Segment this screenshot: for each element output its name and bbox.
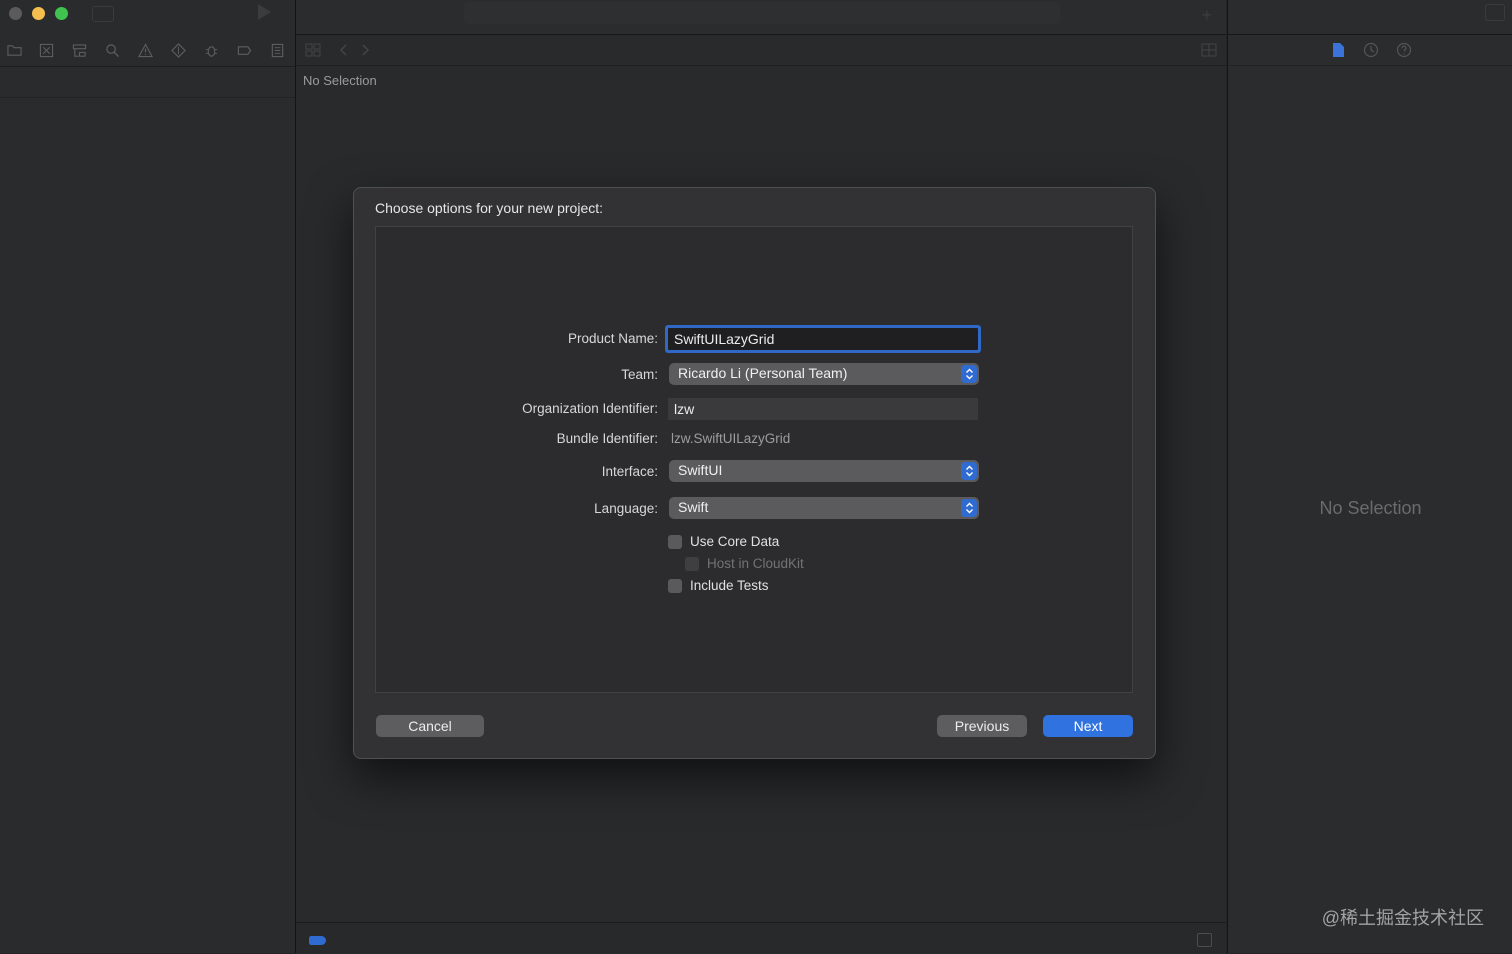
- interface-value: SwiftUI: [678, 462, 723, 478]
- team-value: Ricardo Li (Personal Team): [678, 365, 848, 381]
- new-project-sheet: Choose options for your new project: Pro…: [353, 187, 1156, 759]
- minimize-window-button[interactable]: [32, 7, 45, 20]
- chevron-updown-icon: [961, 365, 977, 383]
- symbol-navigator-icon[interactable]: [71, 42, 87, 58]
- back-chevron-icon[interactable]: [339, 43, 349, 62]
- use-core-data-checkbox[interactable]: Use Core Data: [668, 534, 779, 549]
- activity-viewer: [464, 2, 1060, 24]
- cancel-button[interactable]: Cancel: [376, 715, 484, 737]
- team-popup[interactable]: Ricardo Li (Personal Team): [669, 363, 979, 385]
- bundle-identifier-label: Bundle Identifier:: [556, 431, 658, 446]
- product-name-label: Product Name:: [567, 331, 658, 346]
- window-toolbar: +: [296, 0, 1226, 35]
- checkbox-box[interactable]: [668, 578, 682, 593]
- folder-icon[interactable]: [6, 42, 22, 58]
- interface-popup[interactable]: SwiftUI: [669, 460, 979, 482]
- debug-area-toggle-icon[interactable]: [1197, 933, 1212, 947]
- file-inspector-icon[interactable]: [1331, 42, 1347, 58]
- help-icon[interactable]: [1396, 42, 1412, 58]
- warning-icon[interactable]: [137, 42, 153, 58]
- inspector-toggle-icon[interactable]: [1485, 4, 1505, 21]
- use-core-data-label: Use Core Data: [690, 534, 780, 549]
- bundle-identifier-value: lzw.SwiftUILazyGrid: [671, 431, 791, 446]
- window-titlebar: [0, 0, 295, 27]
- host-in-cloudkit-checkbox: Host in CloudKit: [685, 556, 804, 571]
- team-label: Team:: [621, 367, 658, 382]
- host-in-cloudkit-label: Host in CloudKit: [707, 556, 804, 571]
- zoom-window-button[interactable]: [55, 7, 68, 20]
- forward-chevron-icon[interactable]: [360, 43, 370, 62]
- sheet-title: Choose options for your new project:: [375, 200, 604, 216]
- run-icon[interactable]: [258, 4, 271, 20]
- debug-bar: [296, 922, 1226, 954]
- include-tests-checkbox[interactable]: Include Tests: [668, 578, 769, 593]
- previous-button[interactable]: Previous: [937, 715, 1027, 737]
- org-identifier-field[interactable]: [668, 398, 978, 420]
- product-name-field[interactable]: [668, 328, 978, 350]
- history-icon[interactable]: [1363, 42, 1379, 58]
- editor-options-icon[interactable]: [1201, 43, 1217, 62]
- include-tests-label: Include Tests: [690, 578, 769, 593]
- language-value: Swift: [678, 499, 709, 515]
- sidebar-toggle-icon[interactable]: [92, 6, 114, 22]
- breakpoint-icon[interactable]: [236, 42, 252, 58]
- language-popup[interactable]: Swift: [669, 497, 979, 519]
- checkbox-box[interactable]: [668, 534, 682, 549]
- next-button[interactable]: Next: [1043, 715, 1133, 737]
- org-identifier-label: Organization Identifier:: [522, 401, 658, 416]
- navigator-filter-area: [0, 67, 295, 98]
- inspector-panel: No Selection: [1227, 0, 1512, 953]
- filter-icon[interactable]: [309, 936, 326, 945]
- navigator-panel: [0, 0, 296, 953]
- inspector-no-selection: No Selection: [1319, 498, 1422, 518]
- add-icon[interactable]: +: [1201, 5, 1212, 26]
- editor-no-selection: No Selection: [303, 73, 377, 88]
- checkbox-box: [685, 556, 699, 571]
- language-label: Language:: [594, 501, 658, 516]
- options-form: Product Name: Team: Ricardo Li (Personal…: [375, 226, 1133, 693]
- inspector-toolbar: [1228, 0, 1512, 35]
- watermark: @稀土掘金技术社区: [1321, 908, 1484, 928]
- interface-label: Interface:: [601, 464, 658, 479]
- search-icon[interactable]: [104, 42, 120, 58]
- report-icon[interactable]: [269, 42, 285, 58]
- chevron-updown-icon: [961, 499, 977, 517]
- jump-bar: [296, 35, 1226, 66]
- chevron-updown-icon: [961, 462, 977, 480]
- test-diamond-icon[interactable]: [170, 42, 186, 58]
- grid-icon[interactable]: [305, 43, 321, 62]
- close-window-button[interactable]: [9, 7, 22, 20]
- source-control-icon[interactable]: [38, 42, 54, 58]
- debug-icon[interactable]: [203, 42, 219, 58]
